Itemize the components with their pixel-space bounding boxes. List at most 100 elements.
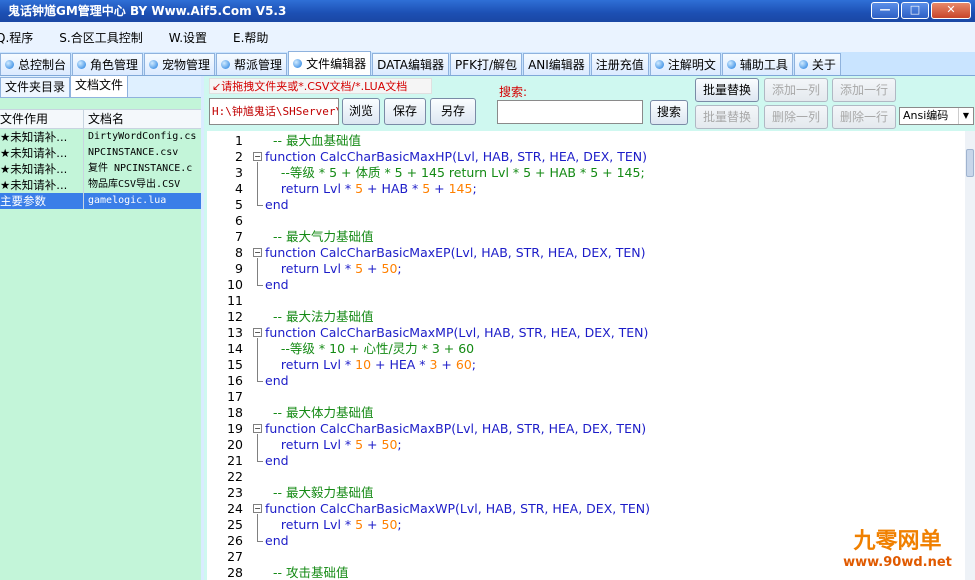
line-number-gutter: 1 2 3 4 5 6 7 8 9 10 11 12 13 14 15 16 17 18 19 20 21 22 23 24 2…: [207, 131, 249, 580]
fold-toggle-icon[interactable]: −: [253, 248, 262, 257]
code-line[interactable]: -- 最大血基础值: [265, 133, 965, 149]
browse-button[interactable]: 浏览: [342, 98, 380, 125]
tab-0[interactable]: 总控制台: [0, 53, 72, 75]
tab-label: 注册充值: [595, 58, 644, 72]
code-line[interactable]: function CalcCharBasicMaxHP(Lvl, HAB, ST…: [265, 149, 965, 165]
code-line[interactable]: return Lvl * 5 + 50;: [265, 437, 965, 453]
line-number: 25: [227, 517, 243, 532]
tab-6[interactable]: PFK打/解包: [450, 53, 523, 75]
vertical-scrollbar[interactable]: [965, 131, 975, 580]
subtab-document-files[interactable]: 文档文件: [70, 75, 129, 97]
tab-1[interactable]: 角色管理: [72, 53, 144, 75]
code-line[interactable]: return Lvl * 10 + HEA * 3 + 60;: [265, 357, 965, 373]
minimize-button[interactable]: —: [871, 2, 899, 19]
code-line[interactable]: end: [265, 197, 965, 213]
left-subtabs: 文件夹目录 文档文件: [0, 75, 201, 98]
tab-dot-icon: [149, 60, 159, 69]
tab-dot-icon: [726, 60, 736, 69]
line-number: 12: [227, 309, 243, 324]
add-row-button[interactable]: 添加一行: [832, 78, 896, 102]
file-name: NPCINSTANCE.csv: [88, 147, 179, 158]
fold-toggle-icon[interactable]: −: [253, 328, 262, 337]
tab-label: 角色管理: [90, 58, 139, 72]
code-line[interactable]: --等级 * 10 + 心性/灵力 * 3 + 60: [265, 341, 965, 357]
scrollbar-thumb[interactable]: [966, 149, 974, 177]
file-name: 复件 NPCINSTANCE.c: [88, 163, 193, 174]
code-editor[interactable]: 1 2 3 4 5 6 7 8 9 10 11 12 13 14 15 16 17 18 19 20 21 22 23 24 2…: [207, 131, 965, 580]
code-line[interactable]: -- 最大法力基础值: [265, 309, 965, 325]
code-line[interactable]: [265, 213, 965, 229]
tab-7[interactable]: ANI编辑器: [523, 53, 590, 75]
line-number: 11: [227, 293, 243, 308]
encoding-select[interactable]: Ansi编码 ▼: [899, 107, 974, 125]
code-line[interactable]: -- 最大体力基础值: [265, 405, 965, 421]
code-text: end: [265, 533, 289, 548]
file-list-row[interactable]: ★未知请补... 物品库CSV导出.CSV: [0, 177, 201, 193]
code-line[interactable]: function CalcCharBasicMaxEP(Lvl, HAB, ST…: [265, 245, 965, 261]
tab-label: 关于: [811, 58, 836, 72]
batch-replace-button[interactable]: 批量替换: [695, 78, 759, 102]
code-text: end: [265, 373, 289, 388]
column-header-purpose[interactable]: 文件作用: [0, 110, 84, 128]
menu-help[interactable]: E.帮助: [233, 29, 268, 46]
code-line[interactable]: return Lvl * 5 + HAB * 5 + 145;: [265, 181, 965, 197]
chevron-down-icon[interactable]: ▼: [958, 108, 973, 124]
subtab-folder-directory[interactable]: 文件夹目录: [0, 77, 71, 97]
tab-9[interactable]: 注解明文: [649, 53, 721, 75]
tab-11[interactable]: 关于: [793, 53, 841, 75]
batch-replace-disabled-button[interactable]: 批量替换: [695, 105, 759, 129]
line-number: 9: [235, 261, 243, 276]
code-text: ;: [397, 261, 402, 276]
code-number: 50: [381, 437, 398, 452]
search-button[interactable]: 搜索: [650, 100, 688, 125]
code-line[interactable]: -- 最大毅力基础值: [265, 485, 965, 501]
maximize-button[interactable]: □: [901, 2, 929, 19]
search-input[interactable]: [497, 100, 643, 124]
code-area[interactable]: -- 最大血基础值 function CalcCharBasicMaxHP(Lvl…: [265, 133, 965, 580]
tab-label: 宠物管理: [162, 58, 211, 72]
menu-merge-tools[interactable]: S.合区工具控制: [59, 29, 142, 46]
tab-10[interactable]: 辅助工具: [721, 53, 793, 75]
tab-3[interactable]: 帮派管理: [216, 53, 288, 75]
tab-8[interactable]: 注册充值: [590, 53, 649, 75]
code-line[interactable]: return Lvl * 5 + 50;: [265, 261, 965, 277]
column-header-filename[interactable]: 文档名: [84, 110, 201, 128]
file-purpose: ★未知请补...: [0, 177, 84, 193]
code-line[interactable]: end: [265, 373, 965, 389]
code-line[interactable]: function CalcCharBasicMaxMP(Lvl, HAB, ST…: [265, 325, 965, 341]
menu-program[interactable]: Q.程序: [0, 29, 33, 46]
code-line[interactable]: -- 最大气力基础值: [265, 229, 965, 245]
code-line[interactable]: function CalcCharBasicMaxBP(Lvl, HAB, ST…: [265, 421, 965, 437]
tab-5[interactable]: DATA编辑器: [372, 53, 449, 75]
line-number: 2: [235, 149, 243, 164]
code-line[interactable]: --等级 * 5 + 体质 * 5 + 145 return Lvl * 5 +…: [265, 165, 965, 181]
delete-column-button[interactable]: 删除一列: [764, 105, 828, 129]
path-field[interactable]: H:\钟馗鬼话\SHServer\: [209, 98, 339, 125]
save-as-button[interactable]: 另存: [430, 98, 476, 125]
save-button[interactable]: 保存: [384, 98, 426, 125]
delete-row-button[interactable]: 删除一行: [832, 105, 896, 129]
add-column-button[interactable]: 添加一列: [764, 78, 828, 102]
file-list-row[interactable]: 主要参数 gamelogic.lua: [0, 193, 201, 209]
code-line[interactable]: [265, 293, 965, 309]
drag-hint: ↙请拖拽文件夹或*.CSV文档/*.LUA文档: [209, 78, 432, 94]
menu-bar: Q.程序 S.合区工具控制 W.设置 E.帮助: [0, 22, 975, 52]
fold-toggle-icon[interactable]: −: [253, 504, 262, 513]
code-line[interactable]: end: [265, 453, 965, 469]
tab-dot-icon: [798, 60, 808, 69]
fold-toggle-icon[interactable]: −: [253, 152, 262, 161]
code-line[interactable]: [265, 469, 965, 485]
code-line[interactable]: end: [265, 277, 965, 293]
file-list-row[interactable]: ★未知请补... DirtyWordConfig.cs: [0, 129, 201, 145]
file-list-row[interactable]: ★未知请补... NPCINSTANCE.csv: [0, 145, 201, 161]
fold-end-mark: [257, 381, 263, 382]
fold-toggle-icon[interactable]: −: [253, 424, 262, 433]
close-button[interactable]: ✕: [931, 2, 971, 19]
tab-4[interactable]: 文件编辑器: [288, 51, 372, 75]
code-line[interactable]: function CalcCharBasicMaxWP(Lvl, HAB, ST…: [265, 501, 965, 517]
menu-settings[interactable]: W.设置: [169, 29, 207, 46]
file-list-row[interactable]: ★未知请补... 复件 NPCINSTANCE.c: [0, 161, 201, 177]
code-line[interactable]: [265, 389, 965, 405]
tab-2[interactable]: 宠物管理: [144, 53, 216, 75]
line-number: 15: [227, 357, 243, 372]
